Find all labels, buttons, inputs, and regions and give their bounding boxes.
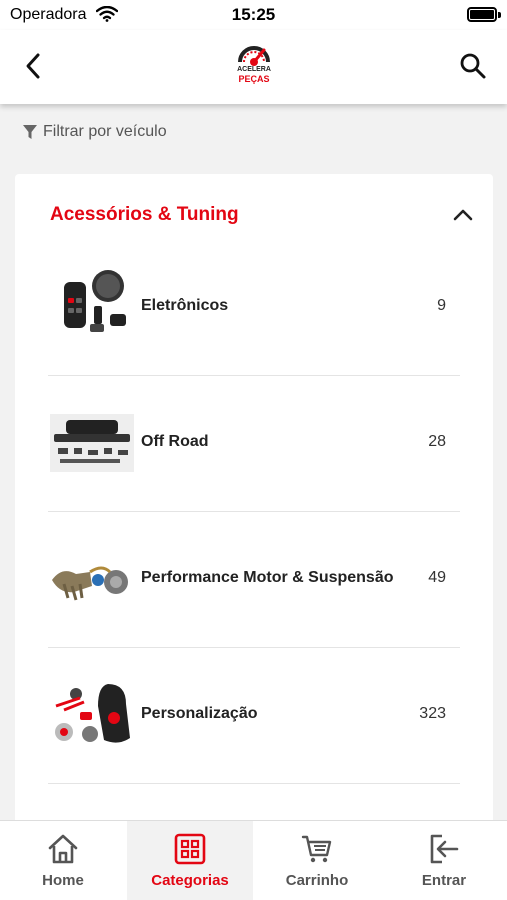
search-icon[interactable] xyxy=(457,50,489,82)
category-row-off-road[interactable]: Off Road 28 xyxy=(48,376,460,512)
category-row-eletronicos[interactable]: Eletrônicos 9 xyxy=(48,240,460,376)
funnel-icon xyxy=(23,125,37,139)
category-name: Performance Motor & Suspensão xyxy=(141,569,394,586)
category-name: Personalização xyxy=(141,705,258,722)
category-row-performance[interactable]: Performance Motor & Suspensão 49 xyxy=(48,512,460,648)
battery-tip xyxy=(498,12,501,18)
category-count: 9 xyxy=(437,297,446,314)
category-count: 28 xyxy=(428,433,446,450)
eletronicos-thumbnail xyxy=(64,270,126,332)
category-section-card: Acessórios & Tuning Eletrônicos 9 Off Ro… xyxy=(15,174,493,834)
login-icon xyxy=(430,834,459,864)
tab-carrinho[interactable]: Carrinho xyxy=(254,821,380,900)
gauge-logo-icon xyxy=(238,46,270,66)
app-header: ACELERA PEÇAS xyxy=(0,30,507,104)
performance-thumbnail xyxy=(52,566,128,601)
tab-home[interactable]: Home xyxy=(0,821,126,900)
category-row-personalizacao[interactable]: Personalização 323 xyxy=(48,648,460,784)
category-count: 49 xyxy=(428,569,446,586)
vehicle-filter[interactable]: Filtrar por veículo xyxy=(0,104,507,160)
logo-text-bottom: PEÇAS xyxy=(238,74,270,84)
status-bar: Operadora 15:25 xyxy=(0,0,507,30)
tab-entrar[interactable]: Entrar xyxy=(381,821,507,900)
tab-label: Entrar xyxy=(421,872,467,889)
clock: 15:25 xyxy=(231,5,276,24)
battery-icon xyxy=(467,7,497,22)
bottom-tab-bar: Home Categorias Carrinho Entrar xyxy=(0,820,507,900)
filter-label: Filtrar por veículo xyxy=(43,123,167,140)
logo-text-top: ACELERA xyxy=(237,66,271,73)
category-name: Eletrônicos xyxy=(141,297,229,314)
personalizacao-thumbnail xyxy=(55,684,130,743)
cart-icon xyxy=(301,835,332,863)
category-count: 323 xyxy=(419,705,446,722)
chevron-left-icon[interactable] xyxy=(18,50,50,82)
section-title[interactable]: Acessórios & Tuning xyxy=(50,204,239,226)
tab-label: Carrinho xyxy=(285,872,349,889)
chevron-up-icon[interactable] xyxy=(453,208,473,222)
off-road-thumbnail xyxy=(50,414,134,472)
acelera-pecas-logo: ACELERA PEÇAS xyxy=(234,42,274,90)
tab-label: Home xyxy=(42,872,84,889)
home-icon xyxy=(48,834,78,864)
tab-categorias[interactable]: Categorias xyxy=(127,821,253,900)
tab-label: Categorias xyxy=(151,872,229,889)
grid-icon xyxy=(174,833,206,865)
category-name: Off Road xyxy=(141,433,209,450)
